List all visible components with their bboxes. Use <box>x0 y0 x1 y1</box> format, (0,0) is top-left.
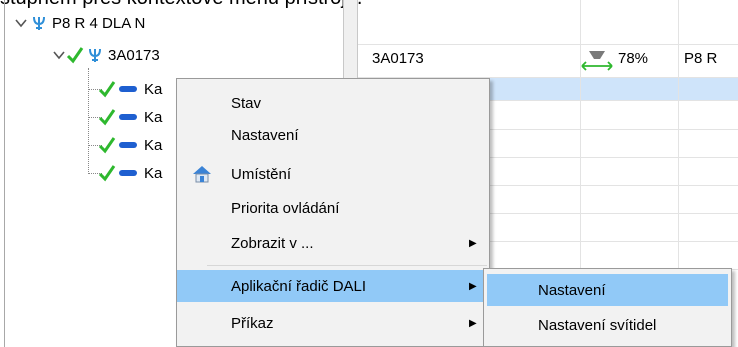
tree-item-child[interactable]: Ka <box>98 134 162 156</box>
menu-item-umisteni[interactable]: Umístění <box>177 158 489 190</box>
check-icon <box>98 165 116 182</box>
tree-item-child[interactable]: Ka <box>98 106 162 128</box>
lamp-icon <box>119 86 137 92</box>
submenu-arrow-icon: ▶ <box>469 237 477 249</box>
submenu-dali: Nastavení Nastavení svítidel <box>483 268 732 347</box>
lamp-icon <box>119 142 137 148</box>
trident-icon <box>89 48 101 62</box>
context-menu: Stav Nastavení Umístění Priorita ovládán… <box>176 78 490 347</box>
trident-icon <box>33 16 45 30</box>
grid-cell-percent: 78% <box>618 50 649 67</box>
chevron-down-icon[interactable] <box>52 48 66 62</box>
tree-item-root[interactable]: P8 R 4 DLA N <box>14 12 145 34</box>
lamp-icon <box>119 114 137 120</box>
submenu-arrow-icon: ▶ <box>469 317 477 329</box>
menu-item-aplikacni-radic-dali[interactable]: Aplikační řadič DALI ▶ <box>177 270 489 302</box>
check-icon <box>98 109 116 126</box>
submenu-item-label: Nastavení <box>538 281 606 299</box>
menu-item-label: Zobrazit v ... <box>231 234 314 252</box>
menu-item-label: Umístění <box>231 165 292 183</box>
grid-row-divider <box>358 44 738 45</box>
menu-item-label: Stav <box>231 94 262 112</box>
tree-item-device[interactable]: 3A0173 <box>52 44 160 66</box>
menu-item-label: Nastavení <box>231 126 299 144</box>
tree-connector <box>88 68 89 174</box>
menu-separator <box>207 265 487 266</box>
menu-item-label: Aplikační řadič DALI <box>231 277 367 295</box>
tree-child-label: Ka <box>144 164 163 182</box>
menu-item-nastaveni[interactable]: Nastavení <box>177 119 489 151</box>
menu-item-label: Priorita ovládání <box>231 199 340 217</box>
tree-item-child[interactable]: Ka <box>98 162 162 184</box>
tree-child-label: Ka <box>144 108 163 126</box>
tree-item-child[interactable]: Ka <box>98 78 162 100</box>
menu-item-stav[interactable]: Stav <box>177 87 489 119</box>
submenu-item-label: Nastavení svítidel <box>538 316 657 334</box>
tree-child-label: Ka <box>144 136 163 154</box>
grid-cell-location: P8 R <box>684 50 718 67</box>
house-icon <box>193 166 211 183</box>
chevron-down-icon[interactable] <box>14 16 28 30</box>
check-icon <box>98 137 116 154</box>
menu-item-prikaz[interactable]: Příkaz ▶ <box>177 307 489 339</box>
submenu-arrow-icon: ▶ <box>469 280 477 292</box>
submenu-item-nastaveni-svitidel[interactable]: Nastavení svítidel <box>487 309 728 341</box>
submenu-item-nastaveni[interactable]: Nastavení <box>487 274 728 306</box>
menu-item-zobrazit-v[interactable]: Zobrazit v ... ▶ <box>177 227 489 259</box>
menu-item-label: Příkaz <box>231 314 274 332</box>
tree-device-label: 3A0173 <box>108 46 160 64</box>
tree-panel-border <box>4 0 5 347</box>
lamp-icon <box>119 170 137 176</box>
menu-item-priorita-ovladani[interactable]: Priorita ovládání <box>177 192 489 224</box>
dimming-icon <box>581 51 613 71</box>
check-icon <box>98 81 116 98</box>
grid-cell-name: 3A0173 <box>372 50 424 67</box>
tree-child-label: Ka <box>144 80 163 98</box>
check-icon <box>66 47 84 64</box>
tree-root-label: P8 R 4 DLA N <box>52 14 146 32</box>
